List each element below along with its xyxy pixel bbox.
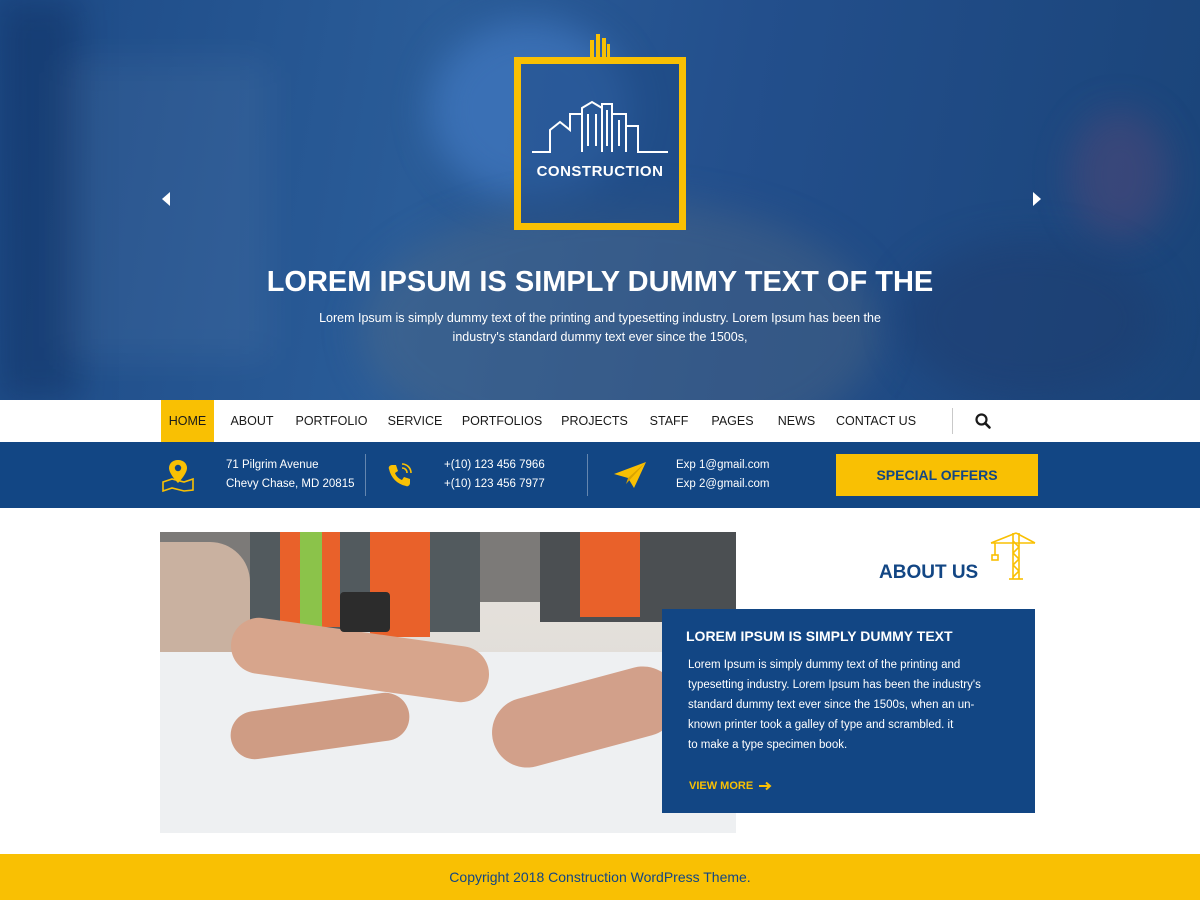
hero-subtitle: Lorem Ipsum is simply dummy text of the … — [290, 309, 910, 347]
logo-top-bars-icon — [590, 34, 610, 60]
hero-title: LOREM IPSUM IS SIMPLY DUMMY TEXT OF THE — [266, 266, 934, 298]
view-more-label: VIEW MORE — [689, 780, 754, 792]
crane-icon — [990, 532, 1036, 580]
photo-radio — [340, 592, 390, 632]
email-line[interactable]: Exp 1@gmail.com — [676, 456, 769, 475]
nav-item-service[interactable]: SERVICE — [386, 400, 444, 442]
chevron-right-icon — [1033, 192, 1041, 206]
hero-subtitle-line: industry's standard dummy text ever sinc… — [452, 330, 748, 344]
info-divider — [587, 454, 588, 496]
chevron-left-icon — [162, 192, 170, 206]
footer-copyright: Copyright 2018 Construction WordPress Th… — [449, 869, 751, 885]
about-body-line: to make a type specimen book. — [688, 739, 848, 751]
arrow-right-icon — [759, 781, 772, 791]
photo-vest-stripe — [300, 532, 322, 627]
about-body-line: typesetting industry. Lorem Ipsum has be… — [688, 679, 981, 691]
slider-prev-button[interactable] — [156, 186, 176, 212]
nav-item-home[interactable]: HOME — [161, 400, 214, 442]
nav-item-pages[interactable]: PAGES — [708, 400, 757, 442]
address-line: 71 Pilgrim Avenue — [226, 459, 319, 471]
nav-item-about[interactable]: ABOUT — [226, 400, 278, 442]
special-offers-button[interactable]: SPECIAL OFFERS — [836, 454, 1038, 496]
contact-info-bar: 71 Pilgrim Avenue Chevy Chase, MD 20815 … — [0, 442, 1200, 508]
nav-item-contact-us[interactable]: CONTACT US — [833, 400, 919, 442]
about-card: LOREM IPSUM IS SIMPLY DUMMY TEXT Lorem I… — [662, 609, 1035, 813]
email-text: Exp 1@gmail.com Exp 2@gmail.com — [676, 456, 769, 494]
logo-text: CONSTRUCTION — [536, 163, 664, 180]
slider-next-button[interactable] — [1027, 186, 1047, 212]
nav-item-portfolio[interactable]: PORTFOLIO — [294, 400, 369, 442]
hero-subtitle-line: Lorem Ipsum is simply dummy text of the … — [319, 311, 881, 325]
phone-icon — [388, 463, 412, 487]
photo-vest-right — [580, 532, 640, 617]
hero-bg-dark — [900, 240, 1160, 400]
info-divider — [365, 454, 366, 496]
map-pin-icon — [162, 460, 194, 492]
about-card-title: LOREM IPSUM IS SIMPLY DUMMY TEXT — [686, 628, 953, 644]
nav-item-projects[interactable]: PROJECTS — [559, 400, 630, 442]
view-more-link[interactable]: VIEW MORE — [689, 780, 772, 792]
phone-line[interactable]: +(10) 123 456 7977 — [444, 475, 545, 494]
footer: Copyright 2018 Construction WordPress Th… — [0, 854, 1200, 900]
paper-plane-icon — [614, 462, 646, 488]
nav-item-news[interactable]: NEWS — [774, 400, 819, 442]
hero-bg-figure — [1070, 110, 1170, 240]
main-nav: HOME ABOUT PORTFOLIO SERVICE PORTFOLIOS … — [0, 400, 1200, 442]
phone-text: +(10) 123 456 7966 +(10) 123 456 7977 — [444, 456, 545, 494]
about-body-line: standard dummy text ever since the 1500s… — [688, 699, 975, 711]
nav-item-staff[interactable]: STAFF — [646, 400, 692, 442]
phone-line[interactable]: +(10) 123 456 7966 — [444, 456, 545, 475]
nav-item-portfolios[interactable]: PORTFOLIOS — [461, 400, 543, 442]
about-body-line: Lorem Ipsum is simply dummy text of the … — [688, 659, 961, 671]
skyline-icon — [532, 100, 668, 153]
hero-bg-worker — [360, 200, 880, 400]
address-text: 71 Pilgrim Avenue Chevy Chase, MD 20815 — [226, 456, 354, 494]
email-line[interactable]: Exp 2@gmail.com — [676, 475, 769, 494]
hero-slider: CONSTRUCTION LOREM IPSUM IS SIMPLY DUMMY… — [0, 0, 1200, 400]
nav-divider — [952, 408, 953, 434]
search-icon[interactable] — [974, 412, 992, 430]
about-photo — [160, 532, 736, 833]
about-card-body: Lorem Ipsum is simply dummy text of the … — [688, 655, 1018, 755]
about-body-line: known printer took a galley of type and … — [688, 719, 954, 731]
about-heading: ABOUT US — [879, 562, 979, 583]
address-line: Chevy Chase, MD 20815 — [226, 478, 355, 490]
